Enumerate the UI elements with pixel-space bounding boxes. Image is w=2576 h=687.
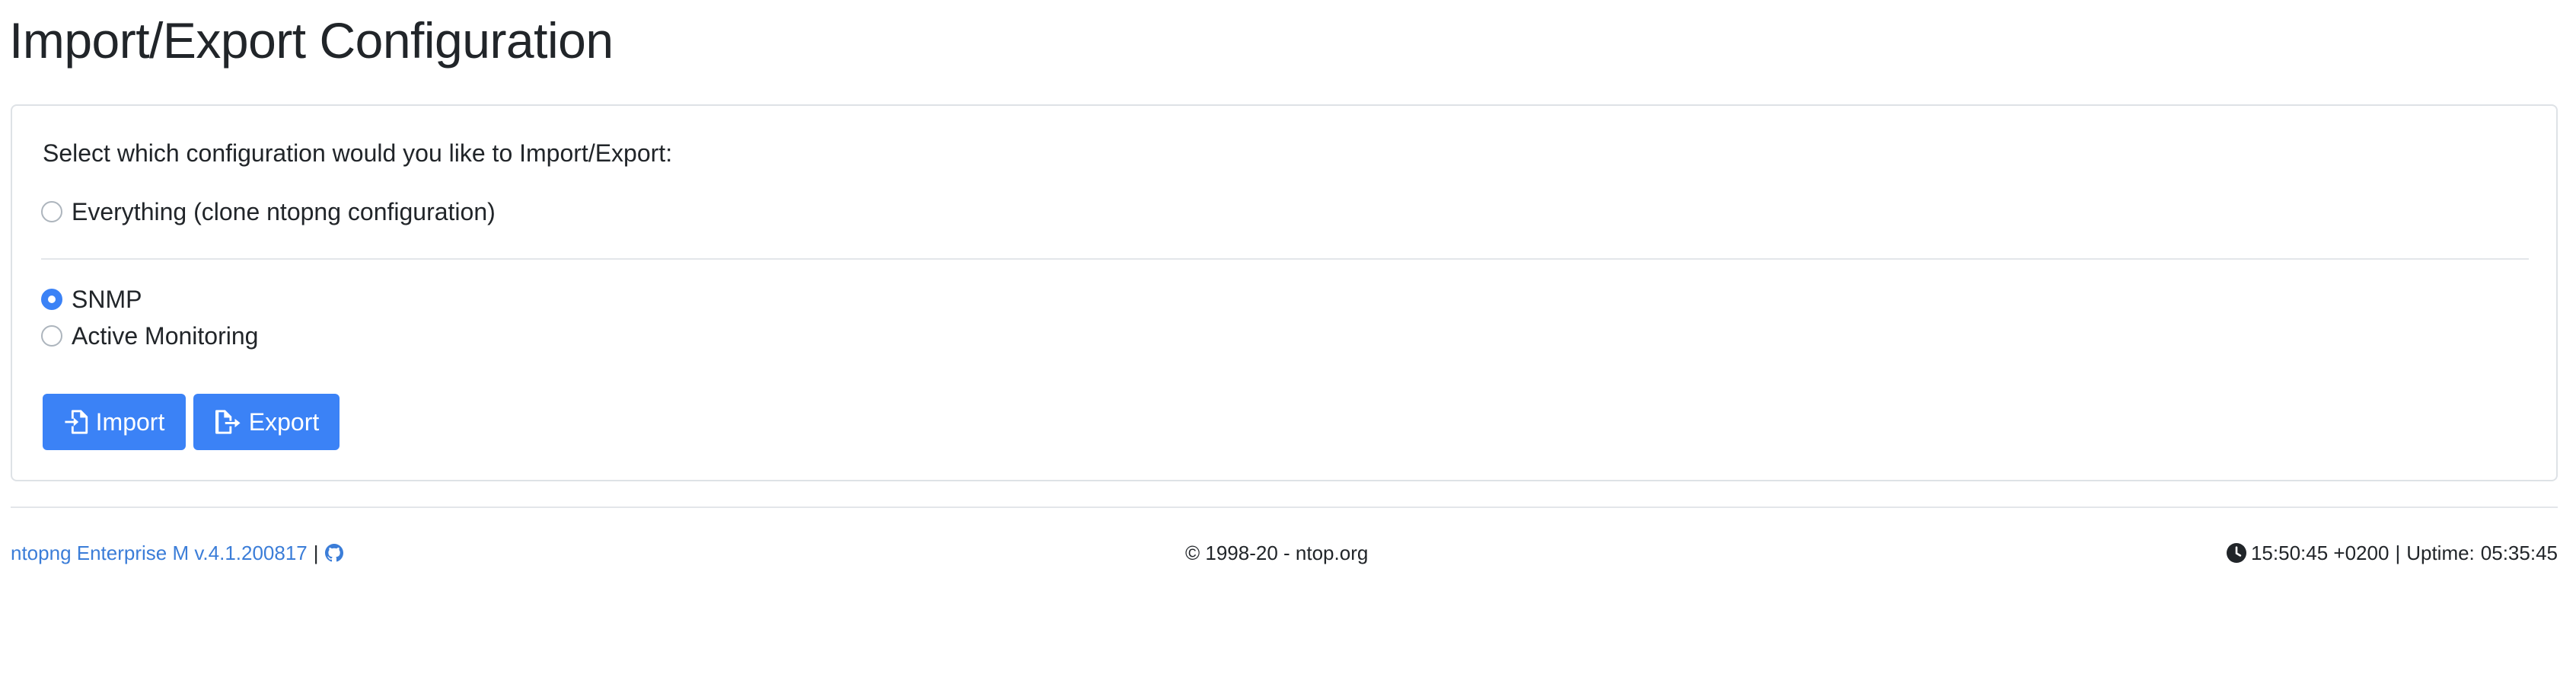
file-import-icon [65, 410, 88, 434]
footer-divider [11, 506, 2558, 508]
radio-active-monitoring-label: Active Monitoring [72, 322, 259, 350]
github-link[interactable] [324, 544, 343, 562]
export-button-label: Export [248, 407, 320, 436]
config-card: Select which configuration would you lik… [11, 104, 2558, 481]
file-export-icon [215, 410, 241, 434]
uptime-separator: | [2395, 542, 2401, 564]
radio-everything[interactable]: Everything (clone ntopng configuration) [41, 195, 496, 228]
uptime-value: 05:35:45 [2480, 542, 2558, 564]
version-link[interactable]: ntopng Enterprise M v.4.1.200817 [11, 538, 308, 568]
page: Import/Export Configuration Select which… [0, 0, 2576, 687]
config-divider [41, 258, 2529, 260]
radio-snmp-control[interactable] [41, 289, 62, 310]
radio-everything-control[interactable] [41, 201, 62, 222]
import-button[interactable]: Import [43, 394, 186, 450]
page-title: Import/Export Configuration [9, 12, 614, 69]
radio-snmp[interactable]: SNMP [41, 283, 142, 316]
import-button-label: Import [95, 407, 165, 436]
export-button[interactable]: Export [193, 394, 340, 450]
radio-active-monitoring[interactable]: Active Monitoring [41, 319, 258, 353]
radio-everything-label: Everything (clone ntopng configuration) [72, 198, 496, 225]
radio-snmp-label: SNMP [72, 286, 142, 313]
github-icon [324, 544, 343, 562]
server-time: 15:50:45 +0200 [2250, 542, 2389, 564]
footer-version: ntopng Enterprise M v.4.1.200817 | [11, 538, 343, 568]
clock-icon [2226, 543, 2246, 563]
uptime-label: Uptime: [2406, 542, 2475, 564]
radio-active-monitoring-control[interactable] [41, 325, 62, 347]
footer-copyright: © 1998-20 - ntop.org [1185, 542, 1369, 564]
config-prompt: Select which configuration would you lik… [43, 139, 673, 167]
footer-separator: | [313, 542, 319, 564]
footer-status: 15:50:45 +0200 | Uptime: 05:35:45 [2226, 538, 2558, 568]
